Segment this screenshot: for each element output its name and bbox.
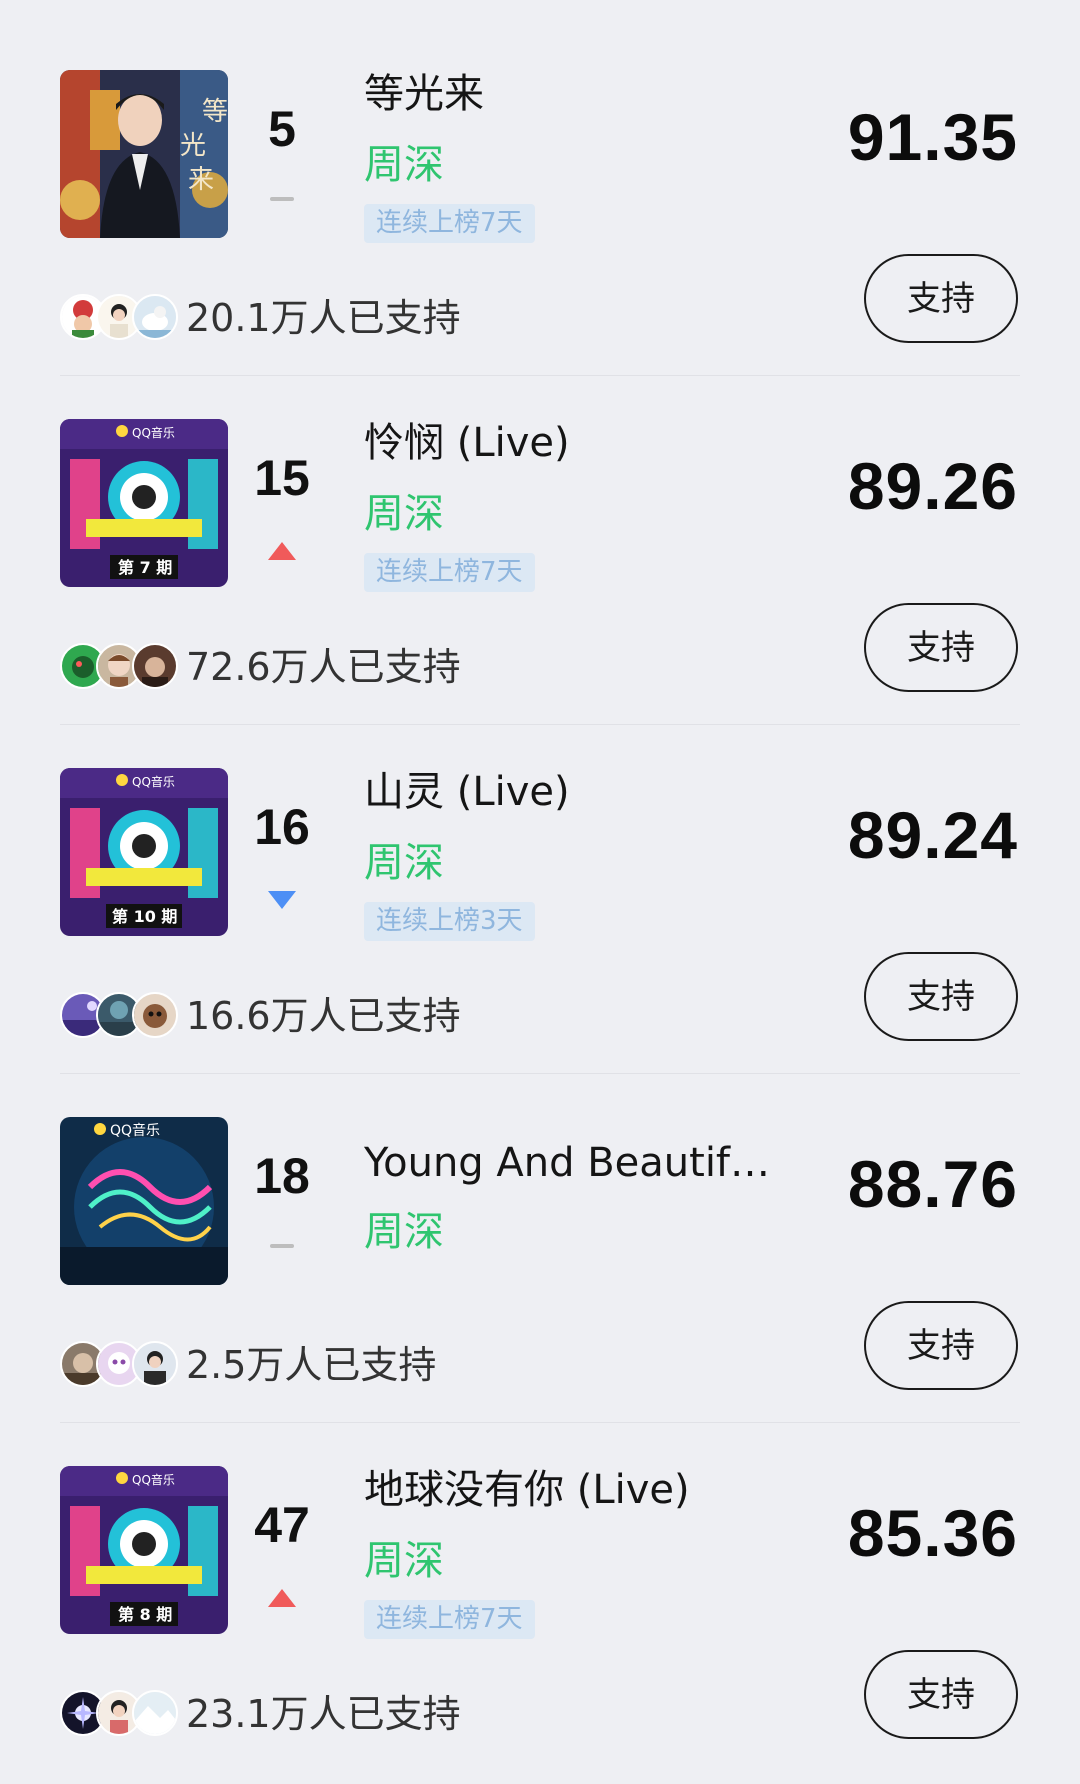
album-cover[interactable]: QQ音乐 第 10 期 bbox=[60, 768, 228, 936]
support-button[interactable]: 支持 bbox=[864, 603, 1018, 692]
svg-text:光: 光 bbox=[180, 131, 206, 161]
support-button[interactable]: 支持 bbox=[864, 952, 1018, 1041]
list-item[interactable]: 等 光 来 5 等光来 周深 连续上榜7天 91.35 20.1万人已支持 支持 bbox=[0, 0, 1080, 376]
rank-number: 15 bbox=[254, 450, 310, 506]
trend-down-icon bbox=[267, 890, 297, 910]
score: 91.35 bbox=[847, 100, 1018, 174]
trend-up-icon bbox=[267, 1588, 297, 1608]
avatar bbox=[132, 643, 178, 689]
supporter-avatars bbox=[60, 992, 178, 1038]
album-cover-art: 等 光 来 bbox=[60, 70, 228, 238]
artist-name[interactable]: 周深 bbox=[364, 489, 444, 539]
album-cover-art: QQ音乐 第 10 期 bbox=[60, 768, 228, 936]
svg-text:第 8 期: 第 8 期 bbox=[118, 1605, 172, 1624]
svg-text:第 10 期: 第 10 期 bbox=[112, 907, 177, 926]
list-item[interactable]: QQ音乐 第 7 期 15 怜悯 (Live) 周深 连续上榜7天 89.26 … bbox=[0, 349, 1080, 725]
album-cover-art: QQ音乐 第 7 期 bbox=[60, 419, 228, 587]
trend-flat-icon bbox=[267, 195, 297, 215]
song-title[interactable]: Young And Beautiful ... bbox=[364, 1137, 784, 1189]
song-title[interactable]: 等光来 bbox=[364, 68, 784, 120]
score: 88.76 bbox=[847, 1147, 1018, 1221]
chart-list: 等 光 来 5 等光来 周深 连续上榜7天 91.35 20.1万人已支持 支持 bbox=[0, 0, 1080, 1784]
artist-name[interactable]: 周深 bbox=[364, 140, 444, 190]
rank-number: 5 bbox=[268, 101, 296, 157]
streak-badge: 连续上榜3天 bbox=[364, 902, 535, 941]
song-title[interactable]: 怜悯 (Live) bbox=[364, 417, 784, 469]
rank-number: 47 bbox=[254, 1497, 310, 1553]
score: 89.26 bbox=[847, 449, 1018, 523]
supporter-count: 72.6万人已支持 bbox=[186, 645, 461, 689]
support-button[interactable]: 支持 bbox=[864, 1650, 1018, 1739]
artist-name[interactable]: 周深 bbox=[364, 1207, 444, 1257]
svg-text:QQ音乐: QQ音乐 bbox=[132, 1472, 175, 1487]
song-title[interactable]: 地球没有你 (Live) bbox=[364, 1464, 784, 1516]
svg-text:来: 来 bbox=[188, 165, 214, 195]
svg-text:QQ音乐: QQ音乐 bbox=[132, 425, 175, 440]
album-cover-art: QQ音乐 bbox=[60, 1117, 228, 1285]
album-cover[interactable]: QQ音乐 第 8 期 bbox=[60, 1466, 228, 1634]
rank-number: 16 bbox=[254, 799, 310, 855]
supporter-count: 23.1万人已支持 bbox=[186, 1692, 461, 1736]
support-button[interactable]: 支持 bbox=[864, 254, 1018, 343]
list-item[interactable]: QQ音乐 第 10 期 16 山灵 (Live) 周深 连续上榜3天 89.24… bbox=[0, 698, 1080, 1074]
avatar bbox=[132, 294, 178, 340]
avatar bbox=[132, 992, 178, 1038]
supporter-avatars bbox=[60, 1690, 178, 1736]
artist-name[interactable]: 周深 bbox=[364, 1536, 444, 1586]
list-item[interactable]: QQ音乐 18 Young And Beautiful ... 周深 88.76… bbox=[0, 1047, 1080, 1423]
supporter-avatars bbox=[60, 1341, 178, 1387]
streak-badge: 连续上榜7天 bbox=[364, 204, 535, 243]
supporter-count: 16.6万人已支持 bbox=[186, 994, 461, 1038]
album-cover-art: QQ音乐 第 8 期 bbox=[60, 1466, 228, 1634]
supporter-avatars bbox=[60, 643, 178, 689]
streak-badge: 连续上榜7天 bbox=[364, 1600, 535, 1639]
score: 89.24 bbox=[847, 798, 1018, 872]
artist-name[interactable]: 周深 bbox=[364, 838, 444, 888]
svg-text:第 7 期: 第 7 期 bbox=[118, 558, 172, 577]
rank-number: 18 bbox=[254, 1148, 310, 1204]
album-cover[interactable]: QQ音乐 bbox=[60, 1117, 228, 1285]
score: 85.36 bbox=[847, 1496, 1018, 1570]
support-button[interactable]: 支持 bbox=[864, 1301, 1018, 1390]
supporter-avatars bbox=[60, 294, 178, 340]
svg-text:QQ音乐: QQ音乐 bbox=[132, 774, 175, 789]
trend-flat-icon bbox=[267, 1242, 297, 1262]
list-item[interactable]: QQ音乐 第 8 期 47 地球没有你 (Live) 周深 连续上榜7天 85.… bbox=[0, 1396, 1080, 1745]
svg-text:等: 等 bbox=[202, 97, 228, 127]
svg-text:QQ音乐: QQ音乐 bbox=[110, 1122, 160, 1139]
song-title[interactable]: 山灵 (Live) bbox=[364, 766, 784, 818]
supporter-count: 2.5万人已支持 bbox=[186, 1343, 437, 1387]
album-cover[interactable]: 等 光 来 bbox=[60, 70, 228, 238]
album-cover[interactable]: QQ音乐 第 7 期 bbox=[60, 419, 228, 587]
avatar bbox=[132, 1341, 178, 1387]
trend-up-icon bbox=[267, 541, 297, 561]
avatar bbox=[132, 1690, 178, 1736]
streak-badge: 连续上榜7天 bbox=[364, 553, 535, 592]
supporter-count: 20.1万人已支持 bbox=[186, 296, 461, 340]
